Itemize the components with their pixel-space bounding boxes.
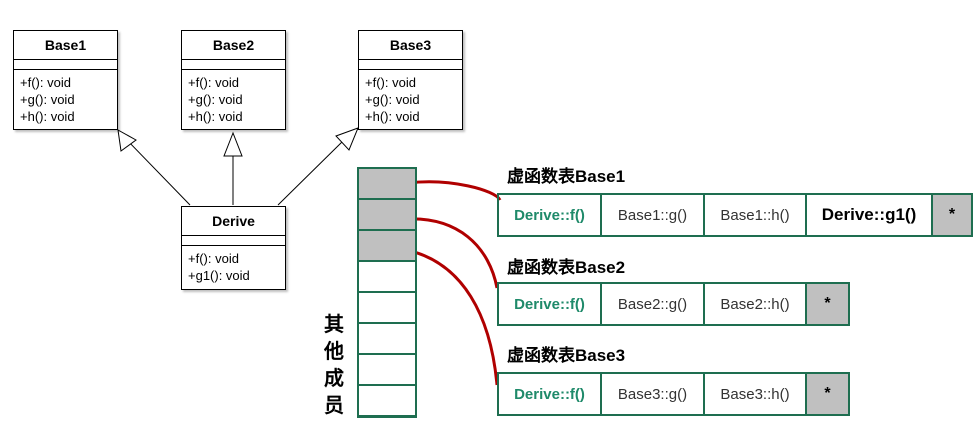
- operation: +f(): void: [188, 75, 239, 90]
- uml-class-base2: Base2 +f(): void +g(): void +h(): void: [181, 30, 286, 130]
- vptr-slot-base2: [359, 199, 415, 230]
- member-slot: [359, 292, 415, 323]
- vtable-cell: Derive::f(): [499, 374, 602, 414]
- class-operations: +f(): void +g(): void +h(): void: [359, 70, 462, 125]
- operation: +h(): void: [365, 109, 420, 124]
- vptr-slot-base3: [359, 230, 415, 261]
- vtable-base2: Derive::f() Base2::g() Base2::h() *: [497, 282, 850, 326]
- vptr-slot-base1: [359, 168, 415, 199]
- operation: +h(): void: [20, 109, 75, 124]
- member-slot: [359, 385, 415, 416]
- class-attributes: [14, 60, 117, 70]
- class-attributes: [359, 60, 462, 70]
- vtable-cell: *: [807, 284, 848, 324]
- inherit-arrow-base1: [117, 129, 137, 152]
- vtable-cell: Derive::f(): [499, 284, 602, 324]
- uml-class-derive: Derive +f(): void +g1(): void: [181, 206, 286, 290]
- vtable-cell: Derive::g1(): [807, 195, 933, 235]
- vtable-title-base3: 虚函数表Base3: [507, 346, 626, 365]
- member-slot: [359, 323, 415, 354]
- vtable-base1: Derive::f() Base1::g() Base1::h() Derive…: [497, 193, 973, 237]
- vtable-cell: Base1::h(): [705, 195, 807, 235]
- object-memory-layout: [357, 167, 417, 418]
- class-name: Derive: [182, 207, 285, 236]
- vtable-cell: Base3::h(): [705, 374, 807, 414]
- class-attributes: [182, 236, 285, 246]
- class-name: Base1: [14, 31, 117, 60]
- vtable-cell: Base2::g(): [602, 284, 705, 324]
- member-slot: [359, 354, 415, 385]
- class-name: Base3: [359, 31, 462, 60]
- operation: +h(): void: [188, 109, 243, 124]
- other-members-label: 其他成员: [324, 314, 344, 417]
- class-operations: +f(): void +g(): void +h(): void: [14, 70, 117, 125]
- vtable-cell: *: [807, 374, 848, 414]
- operation: +f(): void: [20, 75, 71, 90]
- operation: +f(): void: [365, 75, 416, 90]
- operation: +g1(): void: [188, 268, 250, 283]
- uml-class-base3: Base3 +f(): void +g(): void +h(): void: [358, 30, 463, 130]
- vtable-cell: Base1::g(): [602, 195, 705, 235]
- member-slot: [359, 261, 415, 292]
- vtable-cell: Base3::g(): [602, 374, 705, 414]
- operation: +g(): void: [20, 92, 75, 107]
- vtable-cell: Base2::h(): [705, 284, 807, 324]
- operation: +g(): void: [365, 92, 420, 107]
- inherit-line-base1: [124, 137, 191, 206]
- vptr-curve-base1: [407, 180, 502, 201]
- class-attributes: [182, 60, 285, 70]
- vtable-title-base1: 虚函数表Base1: [507, 167, 626, 186]
- inherit-arrow-base3: [335, 127, 359, 151]
- operation: +g(): void: [188, 92, 243, 107]
- inherit-line-base3: [277, 140, 344, 206]
- vtable-title-base2: 虚函数表Base2: [507, 258, 626, 277]
- inherit-arrow-base2: [223, 131, 243, 157]
- vtable-base3: Derive::f() Base3::g() Base3::h() *: [497, 372, 850, 416]
- class-operations: +f(): void +g(): void +h(): void: [182, 70, 285, 125]
- vtable-cell: Derive::f(): [499, 195, 602, 235]
- class-name: Base2: [182, 31, 285, 60]
- operation: +f(): void: [188, 251, 239, 266]
- uml-class-base1: Base1 +f(): void +g(): void +h(): void: [13, 30, 118, 130]
- class-operations: +f(): void +g1(): void: [182, 246, 285, 284]
- vtable-cell: *: [933, 195, 971, 235]
